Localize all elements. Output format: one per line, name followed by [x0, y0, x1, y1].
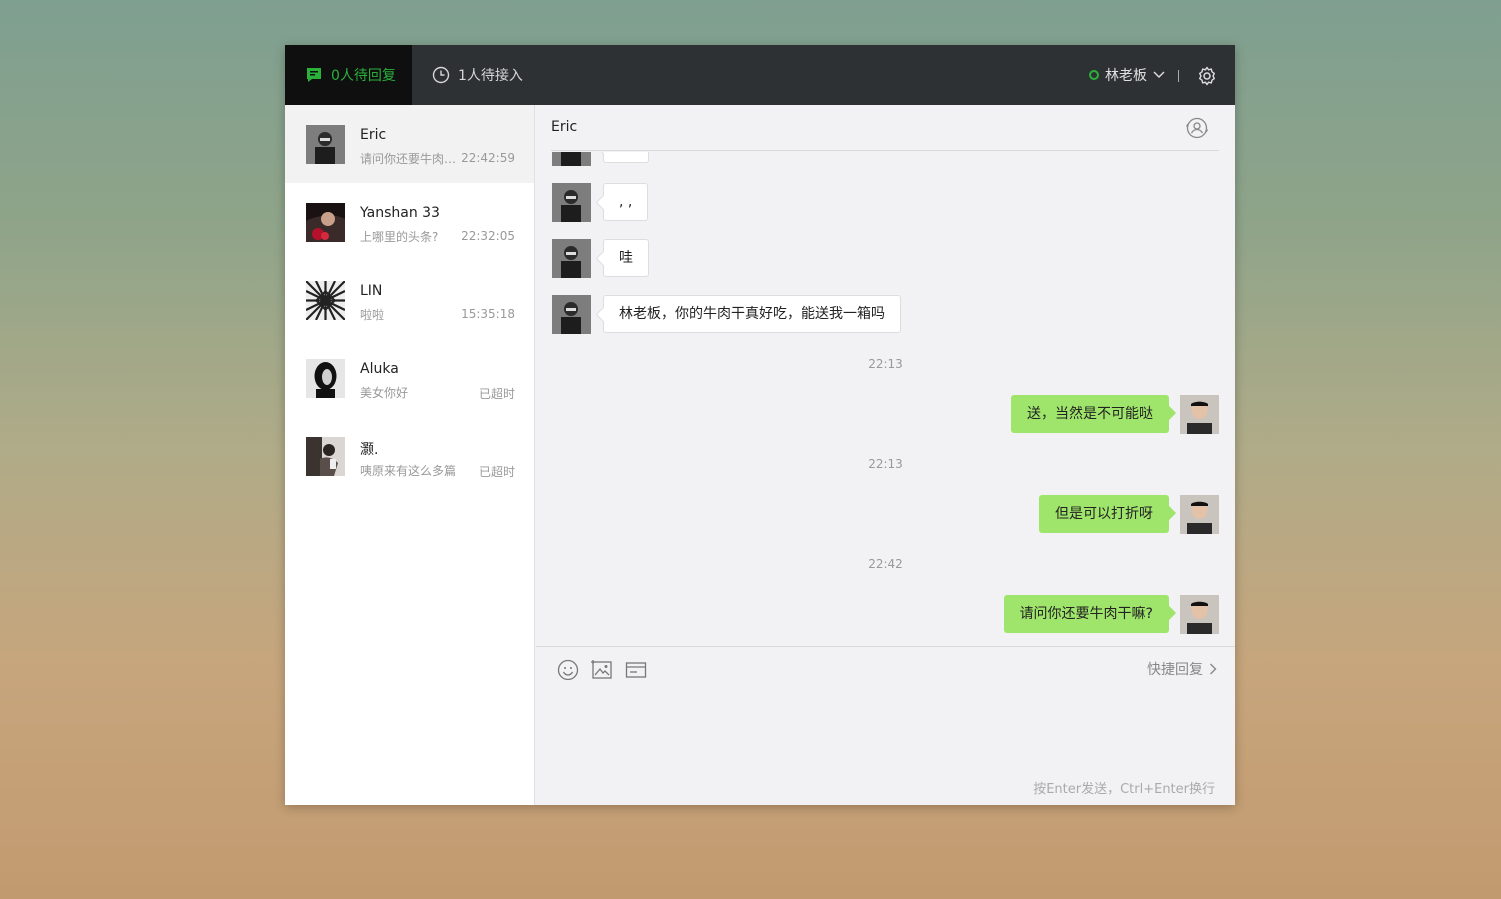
avatar — [1180, 395, 1219, 434]
conversation-preview: 啦啦 — [360, 308, 385, 322]
avatar — [1180, 495, 1219, 534]
message-timestamp: 22:13 — [868, 357, 903, 371]
chevron-down-icon — [1153, 71, 1165, 79]
conversation-name: Aluka — [360, 361, 399, 377]
conversation-item-hao[interactable]: 灏. 咦原来有这么多篇 已超时 — [285, 417, 534, 495]
avatar — [552, 183, 591, 222]
avatar — [305, 280, 346, 321]
message-left: 林老板，你的牛肉干真好吃，能送我一箱吗 — [552, 295, 901, 334]
agent-name: 林老板 — [1105, 68, 1147, 84]
message-bubble: 送，当然是不可能哒 — [1011, 395, 1169, 433]
message-left: 哇 — [552, 239, 649, 278]
chat-bubble-icon — [305, 66, 323, 84]
message-bubble: 哇 — [603, 239, 649, 277]
message-right: 送，当然是不可能哒 — [1011, 395, 1219, 434]
avatar — [306, 359, 345, 398]
conversation-time: 22:42:59 — [461, 151, 515, 165]
agent-menu[interactable]: 林老板 — [1089, 45, 1165, 105]
avatar — [552, 295, 591, 334]
emoji-icon[interactable] — [557, 659, 579, 681]
conversation-preview: 咦原来有这么多篇 — [360, 464, 457, 478]
conversation-time: 15:35:18 — [461, 307, 515, 321]
clock-icon — [432, 66, 450, 84]
transfer-user-icon[interactable] — [1185, 116, 1209, 140]
tab-pending-reply[interactable]: 0人待回复 — [285, 45, 412, 105]
conversation-item-yanshan[interactable]: Yanshan 33 上哪里的头条? 22:32:05 — [285, 183, 534, 261]
message-bubble: 但是可以打折呀 — [1039, 495, 1169, 533]
conversation-item-lin[interactable]: LIN 啦啦 15:35:18 — [285, 261, 534, 339]
message-right: 但是可以打折呀 — [1039, 495, 1219, 534]
message-input[interactable] — [556, 692, 1216, 772]
message-bubble: , , — [603, 183, 649, 221]
conversation-list: Eric 请问你还要牛肉干嘛? 22:42:59 Yanshan 33 上哪里的… — [285, 105, 535, 805]
conversation-time: 已超时 — [478, 465, 515, 479]
conversation-name: Eric — [360, 127, 387, 143]
conversation-time: 已超时 — [478, 387, 515, 401]
conversation-name: Yanshan 33 — [360, 205, 440, 221]
message-bubble: 请问你还要牛肉干嘛? — [1003, 595, 1169, 633]
message-timestamp: 22:13 — [868, 457, 903, 471]
conversation-preview: 上哪里的头条? — [360, 230, 439, 244]
conversation-item-aluka[interactable]: Aluka 美女你好 已超时 — [285, 339, 534, 417]
header-divider — [1178, 70, 1179, 82]
chat-panel: Eric , , 哇 林老板，你的牛肉干真好吃，能送我一箱吗 22:13 送，当… — [536, 105, 1235, 805]
gear-icon[interactable] — [1197, 66, 1217, 86]
avatar — [306, 203, 345, 242]
conversation-name: 灏. — [360, 442, 379, 458]
send-hint: 按Enter发送，Ctrl+Enter换行 — [1033, 782, 1215, 797]
conversation-name: LIN — [360, 283, 383, 299]
avatar — [306, 437, 345, 476]
top-bar: 0人待回复 1人待接入 林老板 — [285, 45, 1235, 105]
online-status-icon — [1089, 70, 1099, 80]
tab-waiting-label: 1人待接入 — [458, 68, 523, 84]
message-timestamp: 22:42 — [868, 557, 903, 571]
tab-pending-reply-label: 0人待回复 — [331, 68, 396, 84]
message-list: , , 哇 林老板，你的牛肉干真好吃，能送我一箱吗 22:13 送，当然是不可能… — [536, 152, 1235, 647]
message-bubble: 林老板，你的牛肉干真好吃，能送我一箱吗 — [603, 295, 901, 333]
message-left: , , — [552, 183, 649, 222]
chat-window: 0人待回复 1人待接入 林老板 Eric 请问你还要牛肉干嘛? 22:42:59… — [285, 45, 1235, 805]
conversation-time: 22:32:05 — [461, 229, 515, 243]
avatar — [306, 125, 345, 164]
message-composer: 快捷回复 按Enter发送，Ctrl+Enter换行 — [536, 646, 1235, 805]
quick-reply-button[interactable]: 快捷回复 — [1147, 659, 1217, 679]
message-left — [552, 152, 649, 166]
chat-header: Eric — [551, 105, 1219, 151]
quick-reply-label: 快捷回复 — [1147, 662, 1203, 678]
card-icon[interactable] — [625, 659, 647, 681]
avatar — [1180, 595, 1219, 634]
message-right: 请问你还要牛肉干嘛? — [1003, 595, 1219, 634]
chevron-right-icon — [1209, 663, 1217, 675]
avatar — [552, 239, 591, 278]
message-bubble — [603, 152, 649, 163]
chat-title: Eric — [551, 119, 578, 135]
conversation-preview: 美女你好 — [360, 386, 409, 400]
image-icon[interactable] — [591, 659, 613, 681]
avatar — [552, 152, 591, 166]
tab-waiting[interactable]: 1人待接入 — [432, 45, 523, 105]
conversation-preview: 请问你还要牛肉干嘛? — [360, 152, 465, 166]
conversation-item-eric[interactable]: Eric 请问你还要牛肉干嘛? 22:42:59 — [285, 105, 534, 183]
